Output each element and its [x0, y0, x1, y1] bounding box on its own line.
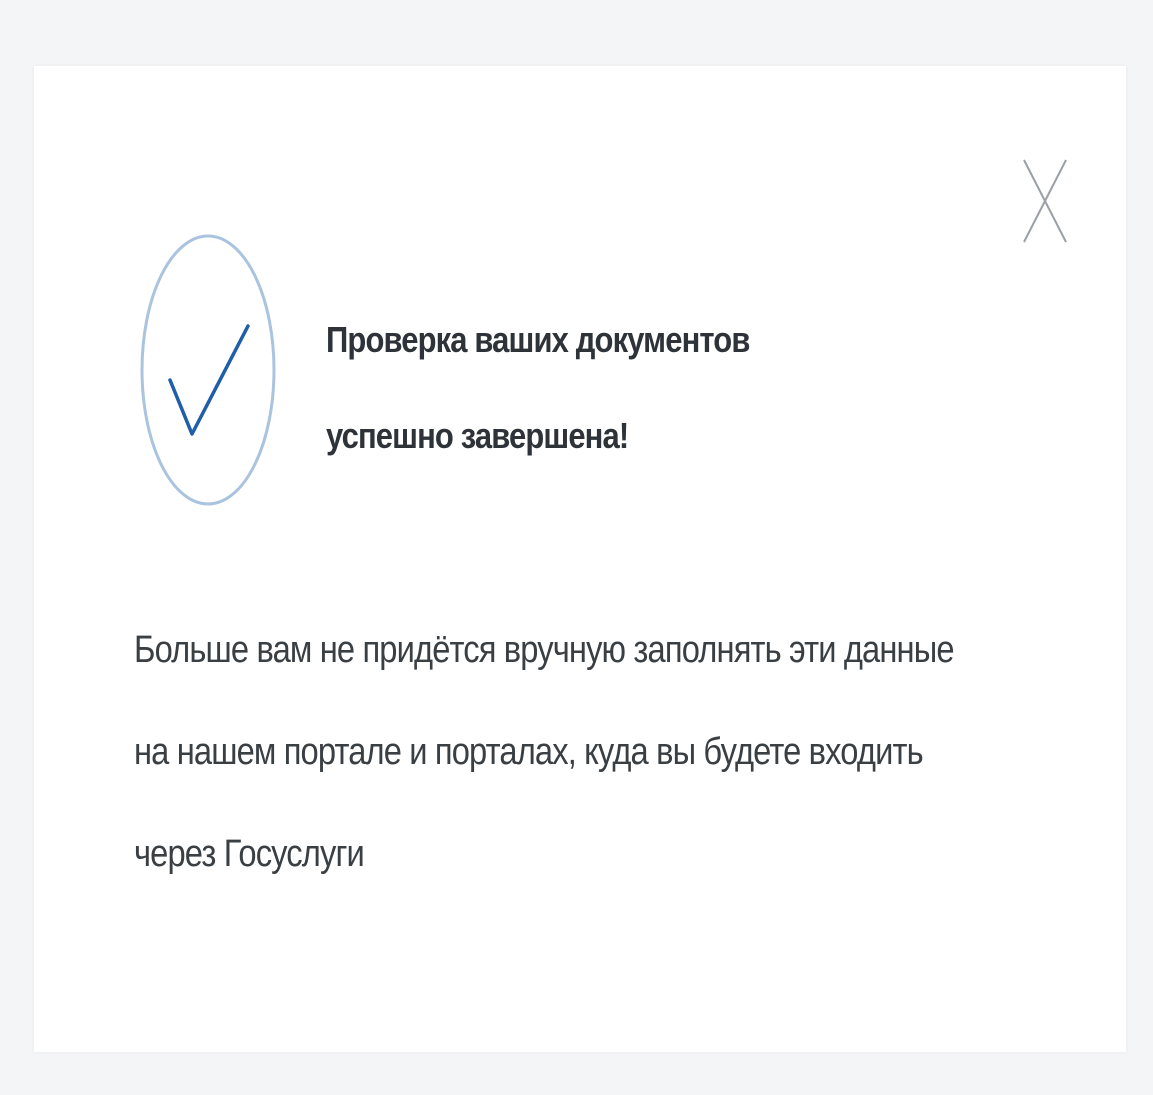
- close-button[interactable]: [1022, 158, 1068, 244]
- success-dialog: Проверка ваших документов успешно заверш…: [34, 66, 1126, 1052]
- check-circle-icon: [140, 234, 276, 506]
- dialog-description: Больше вам не придётся вручную заполнять…: [134, 629, 955, 875]
- dialog-title: Проверка ваших документов успешно заверш…: [326, 319, 750, 456]
- close-icon: [1023, 159, 1067, 243]
